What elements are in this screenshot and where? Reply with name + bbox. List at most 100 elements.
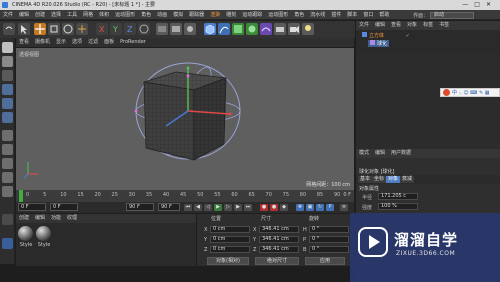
position-z-field[interactable]: 0 cm [210, 246, 250, 253]
menu-item-10[interactable]: 模拟 [170, 10, 186, 20]
position-y-field[interactable]: 0 cm [210, 236, 250, 243]
workplane-icon[interactable] [2, 158, 13, 169]
move-icon[interactable] [34, 23, 46, 35]
tab-coordinates[interactable]: 坐标 [372, 176, 387, 183]
object-menu-item-3[interactable]: 对象 [404, 21, 420, 30]
object-menu-item-0[interactable]: 文件 [356, 21, 372, 30]
content-browser-icon[interactable] [2, 238, 13, 249]
select-arrow-icon[interactable] [18, 23, 30, 35]
menu-item-3[interactable]: 选择 [48, 10, 64, 20]
attributes-menu-item-2[interactable]: 用户数据 [388, 149, 414, 158]
axis-z-icon[interactable]: Z [124, 23, 136, 35]
tab-falloff[interactable]: 衰减 [400, 176, 415, 183]
menu-item-6[interactable]: 体积 [96, 10, 112, 20]
menu-item-20[interactable]: 窗口 [360, 10, 376, 20]
axis-y-icon[interactable]: Y [110, 23, 122, 35]
strength-field[interactable]: 100 % [378, 203, 418, 210]
material-menu-item-3[interactable]: 纹理 [64, 214, 80, 223]
prev-frame-icon[interactable]: ◁ [204, 204, 212, 211]
record-icon[interactable]: ● [260, 204, 268, 211]
viewport-menu-item-1[interactable]: 摄像机 [32, 38, 53, 47]
close-icon[interactable]: ✕ [486, 1, 497, 8]
menu-item-14[interactable]: 运动跟踪 [239, 10, 265, 20]
axis-mode-icon[interactable] [2, 130, 13, 141]
go-start-icon[interactable]: ⏮ [184, 204, 192, 211]
points-mode-icon[interactable] [2, 84, 13, 95]
menu-item-11[interactable]: 跟踪器 [186, 10, 207, 20]
menu-item-8[interactable]: 角色 [138, 10, 154, 20]
start-frame-field[interactable]: 0 F [18, 203, 46, 211]
coords-mode-select[interactable]: 对象(相对) [207, 257, 249, 265]
menu-item-4[interactable]: 工具 [64, 10, 80, 20]
key-position-icon[interactable]: ✥ [296, 204, 304, 211]
timeline[interactable]: 0 5 10 15 20 25 30 35 40 45 50 55 60 65 70 75 80 85 90 0 F [16, 190, 354, 202]
render-picture-icon[interactable] [170, 23, 182, 35]
key-scale-icon[interactable]: ▣ [306, 204, 314, 211]
play-icon[interactable]: ▶ [214, 204, 222, 211]
cube-icon[interactable] [204, 23, 216, 35]
menu-item-0[interactable]: 文件 [0, 10, 16, 20]
material-area[interactable]: Style Style [16, 223, 196, 266]
tab-basic[interactable]: 基本 [358, 176, 373, 183]
light-icon[interactable] [302, 23, 314, 35]
texture-mode-icon[interactable] [2, 70, 13, 81]
viewport-menu-item-6[interactable]: ProRender [117, 38, 149, 47]
make-editable-icon[interactable] [2, 42, 13, 53]
apply-button[interactable]: 应用 [305, 257, 345, 265]
sculpt-icon[interactable] [2, 214, 13, 225]
playhead[interactable] [19, 190, 23, 202]
camera-icon[interactable] [288, 23, 300, 35]
visibility-icon[interactable]: ✓ [406, 33, 410, 39]
key-param-icon[interactable]: P [326, 204, 334, 211]
deformer-icon[interactable] [260, 23, 272, 35]
menu-item-9[interactable]: 动画 [154, 10, 170, 20]
object-row[interactable]: 立方体 ✓ [362, 32, 410, 39]
scene-icon[interactable] [274, 23, 286, 35]
material-menu-item-1[interactable]: 编辑 [32, 214, 48, 223]
menu-item-18[interactable]: 插件 [328, 10, 344, 20]
ime-toolbar[interactable]: 中 ·, ☺ ⌨ ✎ ▦ [440, 88, 500, 97]
menu-item-13[interactable]: 雕刻 [223, 10, 239, 20]
size-mode-select[interactable]: 绝对尺寸 [255, 257, 299, 265]
array-icon[interactable] [246, 23, 258, 35]
material-swatch[interactable]: Style [18, 226, 34, 248]
viewport[interactable]: 透视视图 网格间距：100 cm [16, 48, 354, 190]
menu-item-12[interactable]: 渲染 [207, 10, 223, 20]
menu-item-21[interactable]: 帮助 [376, 10, 392, 20]
window-controls[interactable]: —□✕ [462, 1, 497, 9]
key-rotation-icon[interactable]: ↻ [316, 204, 324, 211]
radius-field[interactable]: 171.205 c [378, 193, 418, 200]
material-swatch[interactable]: Style [36, 226, 52, 248]
menu-item-2[interactable]: 创建 [32, 10, 48, 20]
timeline-menu-icon[interactable]: ≡ [340, 204, 348, 211]
edges-mode-icon[interactable] [2, 98, 13, 109]
snap-icon[interactable] [2, 144, 13, 155]
position-x-field[interactable]: 0 cm [210, 226, 250, 233]
rotation-b-field[interactable]: 0 ° [309, 246, 349, 253]
rotate-icon[interactable] [62, 23, 74, 35]
model-mode-icon[interactable] [2, 56, 13, 67]
attributes-menu-item-1[interactable]: 编辑 [372, 149, 388, 158]
locked-workplane-icon[interactable] [2, 172, 13, 183]
auto-key-icon[interactable]: ● [270, 204, 278, 211]
size-x-field[interactable]: 346.41 cm [259, 226, 299, 233]
menu-item-15[interactable]: 运动图形 [265, 10, 291, 20]
viewport-menu-item-0[interactable]: 查看 [16, 38, 32, 47]
menu-item-19[interactable]: 脚本 [344, 10, 360, 20]
menu-item-16[interactable]: 角色 [291, 10, 307, 20]
viewport-menu-item-2[interactable]: 显示 [53, 38, 69, 47]
scale-icon[interactable] [48, 23, 60, 35]
rotation-p-field[interactable]: 0 ° [309, 236, 349, 243]
subdivision-icon[interactable] [232, 23, 244, 35]
tab-object[interactable]: 对象 [386, 176, 401, 183]
size-z-field[interactable]: 346.41 cm [259, 246, 299, 253]
move-axis-icon[interactable] [76, 23, 88, 35]
render-settings-icon[interactable] [184, 23, 196, 35]
menu-item-1[interactable]: 编辑 [16, 10, 32, 20]
object-menu-item-4[interactable]: 标签 [420, 21, 436, 30]
menu-item-17[interactable]: 流水线 [307, 10, 328, 20]
preview-start-field[interactable]: 0 F [50, 203, 78, 211]
pen-spline-icon[interactable] [218, 23, 230, 35]
attributes-menu-item-0[interactable]: 模式 [356, 149, 372, 158]
keyframe-icon[interactable]: ◆ [280, 204, 288, 211]
